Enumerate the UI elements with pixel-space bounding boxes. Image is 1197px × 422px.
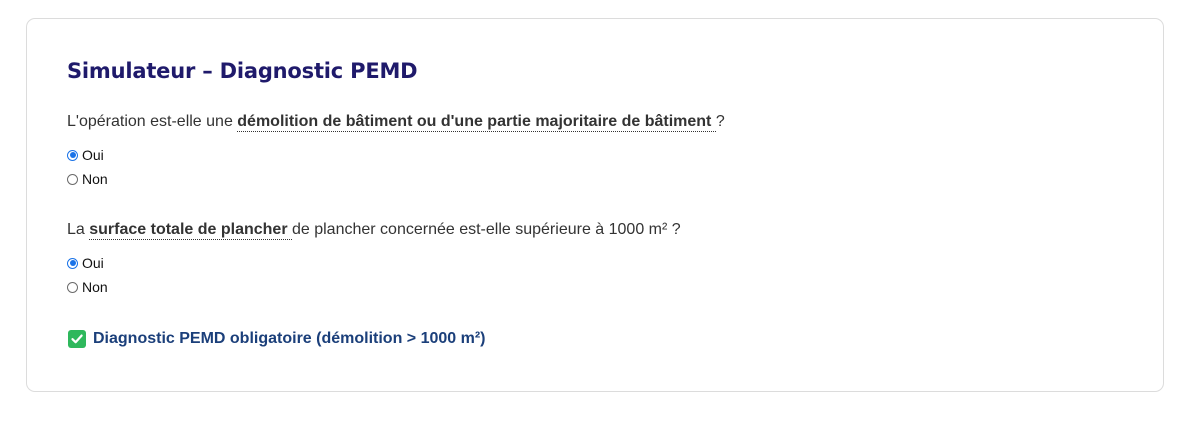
question-surface-prefix: La (67, 221, 90, 238)
demolition-non-label: Non (82, 171, 108, 187)
demolition-non-option[interactable]: Non (67, 171, 108, 187)
demolition-oui-radio[interactable] (67, 149, 78, 161)
result-text: Diagnostic PEMD obligatoire (démolition … (93, 330, 486, 347)
simulator-title: Simulateur – Diagnostic PEMD (67, 59, 418, 83)
simulator-card: Simulateur – Diagnostic PEMD L'opération… (26, 18, 1164, 392)
question-demolition-prefix: L'opération est-elle une (67, 113, 238, 130)
demolition-non-radio[interactable] (67, 173, 78, 185)
question-demolition-suffix: ? (715, 113, 725, 130)
result-message: Diagnostic PEMD obligatoire (démolition … (68, 330, 486, 348)
demolition-oui-label: Oui (82, 147, 104, 163)
question-surface: La surface totale de plancher de planche… (67, 221, 681, 240)
surface-non-option[interactable]: Non (67, 279, 108, 295)
check-box-icon (68, 330, 86, 348)
surface-oui-radio[interactable] (67, 257, 78, 269)
surface-non-radio[interactable] (67, 281, 78, 293)
question-surface-suffix: de plancher concernée est-elle supérieur… (291, 221, 681, 238)
surface-non-label: Non (82, 279, 108, 295)
demolition-term-tooltip[interactable]: démolition de bâtiment ou d'une partie m… (237, 113, 716, 132)
surface-oui-label: Oui (82, 255, 104, 271)
surface-term-tooltip[interactable]: surface totale de plancher (89, 221, 292, 240)
demolition-oui-option[interactable]: Oui (67, 147, 104, 163)
question-demolition: L'opération est-elle une démolition de b… (67, 113, 725, 132)
surface-oui-option[interactable]: Oui (67, 255, 104, 271)
